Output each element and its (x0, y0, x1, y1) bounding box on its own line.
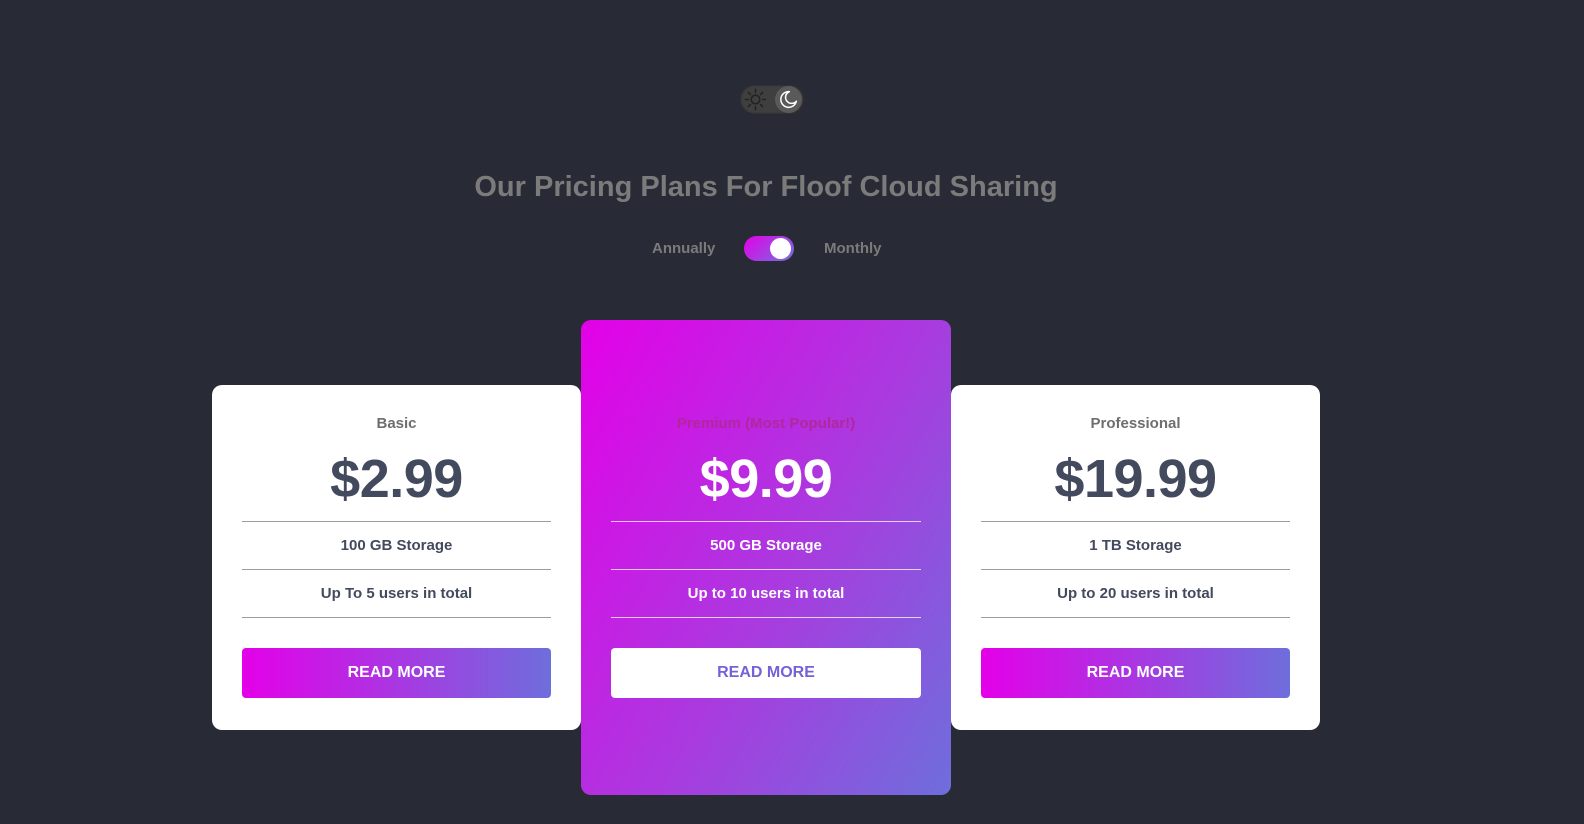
plan-card-premium: Premium (Most Popular!) $9.99 500 GB Sto… (581, 320, 951, 795)
feature-storage: 100 GB Storage (242, 522, 551, 570)
billing-period-switch[interactable] (744, 236, 794, 261)
feature-list: 100 GB Storage Up To 5 users in total (242, 521, 551, 618)
plan-name: Professional (1090, 415, 1181, 432)
feature-storage: 500 GB Storage (611, 522, 921, 570)
feature-storage: 1 TB Storage (981, 522, 1290, 570)
theme-toggle-knob[interactable] (775, 86, 802, 113)
read-more-button-basic[interactable]: READ MORE (242, 648, 551, 698)
moon-icon (780, 90, 798, 109)
billing-annual-label: Annually (652, 240, 716, 257)
plan-price: $2.99 (330, 449, 463, 509)
plan-price: $19.99 (1054, 449, 1217, 509)
theme-toggle[interactable] (740, 85, 804, 114)
read-more-button-premium[interactable]: READ MORE (611, 648, 921, 698)
billing-monthly-label: Monthly (824, 240, 882, 257)
plan-name: Basic (376, 415, 417, 432)
page-title: Our Pricing Plans For Floof Cloud Sharin… (474, 171, 1058, 203)
plan-price: $9.99 (699, 449, 833, 509)
plan-card-professional: Professional $19.99 1 TB Storage Up to 2… (951, 385, 1320, 730)
feature-list: 500 GB Storage Up to 10 users in total (611, 521, 921, 618)
feature-users: Up to 20 users in total (981, 570, 1290, 618)
feature-users: Up To 5 users in total (242, 570, 551, 618)
feature-users: Up to 10 users in total (611, 570, 921, 618)
plan-name: Premium (Most Popular!) (676, 415, 856, 432)
read-more-button-professional[interactable]: READ MORE (981, 648, 1290, 698)
billing-switch-knob (770, 238, 791, 259)
sun-icon (744, 88, 767, 111)
plan-card-basic: Basic $2.99 100 GB Storage Up To 5 users… (212, 385, 581, 730)
feature-list: 1 TB Storage Up to 20 users in total (981, 521, 1290, 618)
